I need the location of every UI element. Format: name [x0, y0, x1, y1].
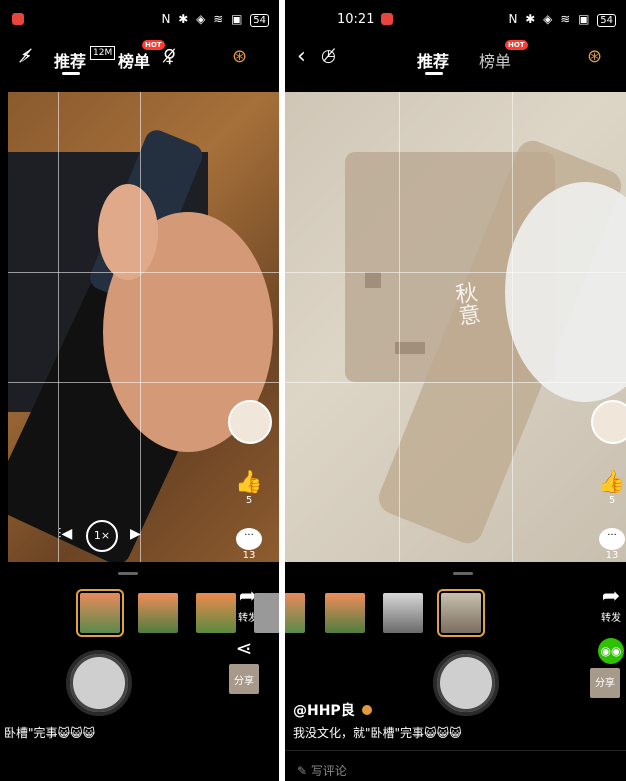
shutter-button[interactable]: [433, 650, 499, 716]
grid-line: [58, 92, 59, 562]
camera-preview[interactable]: 秋意: [285, 92, 626, 562]
filter-icon[interactable]: ⊛: [587, 46, 602, 67]
tab-recommend[interactable]: 推荐: [54, 48, 86, 72]
filter-watermark: 秋意: [450, 280, 481, 328]
separator: [285, 750, 626, 751]
speed-1x-icon[interactable]: 1×: [86, 520, 118, 552]
grid-line: [8, 272, 279, 273]
filter-thumbnail[interactable]: [437, 589, 485, 637]
share-button[interactable]: 分享: [585, 664, 625, 698]
comment-icon: ···: [236, 528, 262, 550]
share-button[interactable]: ⋖ 分享: [224, 636, 264, 694]
filter-strip: [285, 589, 545, 637]
status-bar: N ✱ ◈ ≋ ▣ 54: [0, 10, 279, 32]
wechat-share-button[interactable]: ◉◉: [597, 638, 625, 664]
grid-line: [8, 382, 279, 383]
filter-thumbnail[interactable]: [254, 593, 279, 633]
drawer-handle[interactable]: [118, 572, 138, 575]
filter-strip: [70, 589, 279, 637]
author-avatar[interactable]: [591, 400, 626, 444]
forward-button[interactable]: ➦ 转发: [593, 584, 626, 624]
filter-icon[interactable]: ⊛: [232, 46, 247, 67]
like-button[interactable]: 👍 5: [597, 470, 626, 506]
grid-line: [285, 382, 626, 383]
verified-badge-icon: [361, 705, 372, 715]
grid-line: [140, 92, 141, 562]
wechat-icon: ◉◉: [598, 638, 624, 664]
caption-text: 我没文化，就"卧槽"完事😺😺😺: [293, 726, 462, 740]
avatar[interactable]: [228, 400, 272, 444]
filter-thumbnail[interactable]: [76, 589, 124, 637]
active-tab-indicator: [425, 72, 443, 75]
app-notification-icon: [381, 13, 393, 25]
grid-line: [285, 272, 626, 273]
comment-icon: ···: [599, 528, 625, 550]
pencil-icon: ✎: [297, 764, 308, 778]
timer-off-icon[interactable]: ◷̸: [321, 46, 336, 66]
filter-thumbnail[interactable]: [138, 593, 178, 633]
filter-thumbnail[interactable]: [196, 593, 236, 633]
camera-panel-left: N ✱ ◈ ≋ ▣ 54 ⚡̸ 推荐 12M 榜单 HOT ♀̸ ⊛ ⫶◀ 1×…: [0, 0, 279, 781]
grid-line: [512, 92, 513, 562]
tab-recommend[interactable]: 推荐: [417, 48, 449, 72]
flash-off-icon[interactable]: ⚡̸: [20, 46, 33, 67]
camera-topbar: ‹ ◷̸ 推荐 榜单 HOT ⊛: [285, 40, 626, 80]
thumbs-up-icon: 👍: [598, 470, 626, 495]
status-time: 10:21: [337, 12, 375, 27]
hot-badge: HOT: [505, 40, 528, 50]
tab-rank[interactable]: 榜单: [118, 48, 150, 72]
status-icons: N ✱ ◈ ≋ ▣ 54: [162, 12, 269, 27]
shutter-button[interactable]: [66, 650, 132, 716]
back-icon[interactable]: ‹: [297, 44, 306, 69]
filter-thumbnail[interactable]: [285, 593, 305, 633]
filter-thumbnail[interactable]: [325, 593, 365, 633]
avatar[interactable]: [591, 400, 626, 444]
forward-arrow-icon: ➦: [601, 584, 621, 609]
write-comment-input[interactable]: ✎ 写评论: [297, 762, 347, 779]
hot-badge: HOT: [142, 40, 165, 50]
caption-text: 卧槽"完事😺😺😺: [4, 726, 96, 740]
username[interactable]: @HHP良: [293, 700, 372, 720]
camera-panel-right: 10:21 N ✱ ◈ ≋ ▣ 54 ‹ ◷̸ 推荐 榜单 HOT ⊛ 秋意 👍…: [285, 0, 626, 781]
battery-icon: 54: [250, 14, 269, 27]
grid-line: [399, 92, 400, 562]
thumbs-up-icon: 👍: [235, 470, 263, 495]
comment-button[interactable]: ··· 13: [234, 528, 264, 561]
battery-icon: 54: [597, 14, 616, 27]
like-button[interactable]: 👍 5: [234, 470, 264, 506]
status-bar: 10:21 N ✱ ◈ ≋ ▣ 54: [285, 10, 626, 32]
camera-topbar: ⚡̸ 推荐 12M 榜单 HOT ♀̸ ⊛: [0, 40, 279, 80]
tab-rank[interactable]: 榜单: [479, 48, 511, 72]
comment-button[interactable]: ··· 13: [597, 528, 626, 561]
fast-speed-icon[interactable]: ▶: [130, 526, 141, 542]
app-notification-icon: [12, 13, 24, 25]
slow-speed-icon[interactable]: ⫶◀: [58, 526, 72, 542]
resolution-icon[interactable]: 12M: [90, 46, 116, 60]
speed-control[interactable]: ⫶◀ 1× ▶: [58, 520, 150, 552]
beauty-off-icon[interactable]: ♀̸: [163, 46, 176, 67]
active-tab-indicator: [62, 72, 80, 75]
author-avatar[interactable]: [228, 400, 272, 444]
drawer-handle[interactable]: [453, 572, 473, 575]
status-icons: N ✱ ◈ ≋ ▣ 54: [509, 12, 616, 27]
filter-thumbnail[interactable]: [383, 593, 423, 633]
share-icon: ⋖: [235, 636, 253, 660]
